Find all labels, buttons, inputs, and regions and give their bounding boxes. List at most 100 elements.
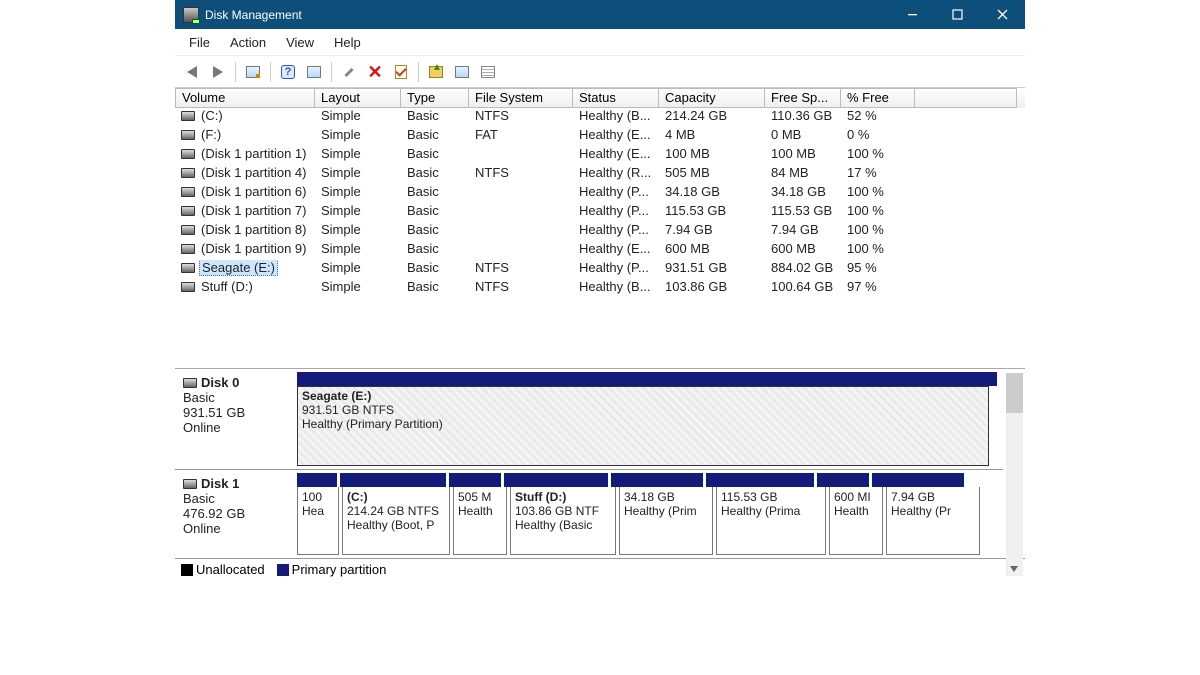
volume-row[interactable]: (Disk 1 partition 9)SimpleBasicHealthy (… <box>175 241 1025 260</box>
check-icon <box>395 65 407 79</box>
close-button[interactable] <box>980 0 1025 29</box>
cell-cap: 34.18 GB <box>659 184 765 203</box>
menu-view[interactable]: View <box>276 32 324 53</box>
cell-type: Basic <box>401 184 469 203</box>
delete-button[interactable]: ✕ <box>364 61 386 83</box>
folder-up-icon <box>429 66 443 78</box>
cell-name: (Disk 1 partition 9) <box>175 241 315 260</box>
column-header[interactable]: File System <box>469 88 573 108</box>
volume-row[interactable]: (Disk 1 partition 7)SimpleBasicHealthy (… <box>175 203 1025 222</box>
disk-info[interactable]: Disk 1Basic476.92 GBOnline <box>175 470 295 558</box>
legend-unallocated: Unallocated <box>181 562 265 577</box>
maximize-button[interactable] <box>935 0 980 29</box>
cell-cap: 7.94 GB <box>659 222 765 241</box>
partition[interactable]: 600 MIHealth <box>829 487 883 555</box>
cell-name: (Disk 1 partition 4) <box>175 165 315 184</box>
arrow-left-icon <box>187 66 197 78</box>
cell-pct: 100 % <box>841 203 915 222</box>
cell-free: 110.36 GB <box>765 108 841 127</box>
column-header[interactable]: % Free <box>841 88 915 108</box>
partition[interactable]: Seagate (E:)931.51 GB NTFSHealthy (Prima… <box>297 386 989 466</box>
drive-icon <box>181 149 195 159</box>
tree-icon <box>246 66 260 78</box>
legend: Unallocated Primary partition <box>175 558 1025 580</box>
cell-type: Basic <box>401 165 469 184</box>
partition[interactable]: 505 MHealth <box>453 487 507 555</box>
disk-icon <box>183 378 197 388</box>
properties-button[interactable] <box>390 61 412 83</box>
menu-file[interactable]: File <box>179 32 220 53</box>
columns-button[interactable] <box>477 61 499 83</box>
menu-bar: File Action View Help <box>175 29 1025 56</box>
cell-layout: Simple <box>315 241 401 260</box>
cell-cap: 100 MB <box>659 146 765 165</box>
column-header[interactable]: Type <box>401 88 469 108</box>
show-hide-tree-button[interactable] <box>242 61 264 83</box>
column-header[interactable]: Free Sp... <box>765 88 841 108</box>
menu-help[interactable]: Help <box>324 32 371 53</box>
refresh-icon <box>307 66 321 78</box>
settings-button[interactable] <box>338 61 360 83</box>
cell-fs <box>469 146 573 165</box>
cell-free: 34.18 GB <box>765 184 841 203</box>
drive-icon <box>181 168 195 178</box>
cell-pct: 97 % <box>841 279 915 298</box>
drive-icon <box>181 111 195 121</box>
vertical-scrollbar[interactable] <box>1006 373 1023 576</box>
cell-name: (Disk 1 partition 1) <box>175 146 315 165</box>
cell-fs <box>469 184 573 203</box>
cell-pct: 100 % <box>841 241 915 260</box>
cell-name: (Disk 1 partition 6) <box>175 184 315 203</box>
volume-row[interactable]: Stuff (D:)SimpleBasicNTFSHealthy (B...10… <box>175 279 1025 298</box>
volume-row[interactable]: (Disk 1 partition 6)SimpleBasicHealthy (… <box>175 184 1025 203</box>
partition[interactable]: 115.53 GBHealthy (Prima <box>716 487 826 555</box>
cell-layout: Simple <box>315 279 401 298</box>
volume-row[interactable]: (Disk 1 partition 1)SimpleBasicHealthy (… <box>175 146 1025 165</box>
cell-status: Healthy (R... <box>573 165 659 184</box>
separator <box>418 62 419 82</box>
partition[interactable]: 34.18 GBHealthy (Prim <box>619 487 713 555</box>
window-title: Disk Management <box>205 8 890 22</box>
column-header[interactable]: Status <box>573 88 659 108</box>
column-header[interactable]: Layout <box>315 88 401 108</box>
volume-row[interactable]: (Disk 1 partition 8)SimpleBasicHealthy (… <box>175 222 1025 241</box>
partition[interactable]: (C:)214.24 GB NTFSHealthy (Boot, P <box>342 487 450 555</box>
toolbar: ? ✕ <box>175 56 1025 88</box>
cell-name: Stuff (D:) <box>175 279 315 298</box>
cell-type: Basic <box>401 146 469 165</box>
cell-layout: Simple <box>315 108 401 127</box>
menu-action[interactable]: Action <box>220 32 276 53</box>
minimize-button[interactable] <box>890 0 935 29</box>
cell-type: Basic <box>401 108 469 127</box>
column-headers: VolumeLayoutTypeFile SystemStatusCapacit… <box>175 88 1025 108</box>
eject-button[interactable] <box>425 61 447 83</box>
separator <box>331 62 332 82</box>
column-header[interactable]: Volume <box>175 88 315 108</box>
column-header[interactable]: Capacity <box>659 88 765 108</box>
help-button[interactable]: ? <box>277 61 299 83</box>
volume-row[interactable]: (C:)SimpleBasicNTFSHealthy (B...214.24 G… <box>175 108 1025 127</box>
cell-layout: Simple <box>315 203 401 222</box>
disk-info[interactable]: Disk 0Basic931.51 GBOnline <box>175 369 295 469</box>
partition[interactable]: 100Hea <box>297 487 339 555</box>
cell-status: Healthy (E... <box>573 241 659 260</box>
partition[interactable]: 7.94 GBHealthy (Pr <box>886 487 980 555</box>
cell-cap: 4 MB <box>659 127 765 146</box>
back-button[interactable] <box>181 61 203 83</box>
refresh-button[interactable] <box>303 61 325 83</box>
cell-type: Basic <box>401 222 469 241</box>
volume-row[interactable]: Seagate (E:)SimpleBasicNTFSHealthy (P...… <box>175 260 1025 279</box>
cell-status: Healthy (B... <box>573 108 659 127</box>
volume-row[interactable]: (F:)SimpleBasicFATHealthy (E...4 MB0 MB0… <box>175 127 1025 146</box>
cell-type: Basic <box>401 203 469 222</box>
list-button[interactable] <box>451 61 473 83</box>
cell-free: 100.64 GB <box>765 279 841 298</box>
cell-pct: 52 % <box>841 108 915 127</box>
scrollbar-thumb[interactable] <box>1006 373 1023 413</box>
partition[interactable]: Stuff (D:)103.86 GB NTFHealthy (Basic <box>510 487 616 555</box>
cell-cap: 115.53 GB <box>659 203 765 222</box>
forward-button[interactable] <box>207 61 229 83</box>
volume-row[interactable]: (Disk 1 partition 4)SimpleBasicNTFSHealt… <box>175 165 1025 184</box>
column-header[interactable] <box>915 88 1017 108</box>
title-bar[interactable]: Disk Management <box>175 0 1025 29</box>
